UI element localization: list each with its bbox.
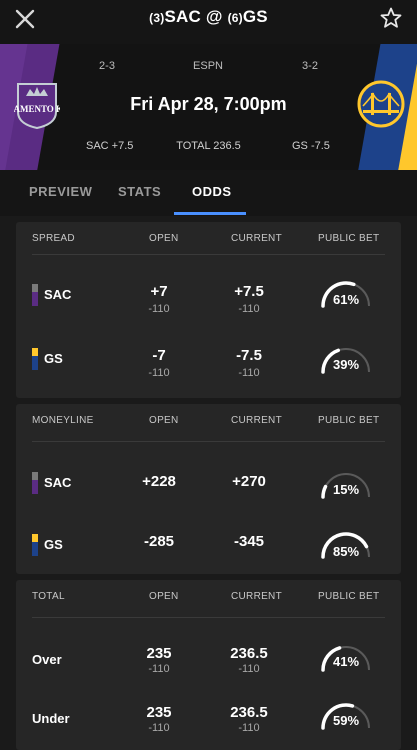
sac-color-bottom	[32, 292, 38, 306]
current-col-label: CURRENT	[231, 415, 282, 426]
away-seed: (3)	[149, 11, 165, 25]
public-bet-col-label: PUBLIC BET	[318, 233, 380, 244]
sac-color-bar	[32, 472, 38, 494]
divider	[32, 254, 385, 255]
current-col-label: CURRENT	[231, 233, 282, 244]
open-line: -7	[152, 347, 166, 364]
current-col-label: CURRENT	[231, 591, 282, 602]
spread-row-gs[interactable]: GS -7 -110 -7.5 -110 39%	[16, 344, 401, 404]
sac-color-top	[32, 284, 38, 292]
divider	[32, 441, 385, 442]
total-card: TOTAL OPEN CURRENT PUBLIC BET Over 235 -…	[16, 580, 401, 750]
game-datetime: Fri Apr 28, 7:00pm	[130, 94, 287, 114]
sac-color-bar	[32, 284, 38, 306]
current-line: 236.5	[230, 704, 268, 721]
at-sign: @	[205, 7, 223, 26]
sac-color-bottom	[32, 480, 38, 494]
spread-title: SPREAD	[32, 233, 75, 244]
gs-color-bar	[32, 534, 38, 556]
gs-color-bar	[32, 348, 38, 370]
open-line: 235	[146, 704, 172, 721]
moneyline-row-sac[interactable]: SAC +228 +270 15%	[16, 468, 401, 528]
open-juice: -110	[148, 663, 170, 675]
moneyline-card: MONEYLINE OPEN CURRENT PUBLIC BET SAC +2…	[16, 404, 401, 574]
total-title: TOTAL	[32, 591, 65, 602]
public-bet-percent: 61%	[332, 292, 360, 307]
open-col-label: OPEN	[149, 591, 179, 602]
current-juice: -110	[238, 367, 260, 379]
public-bet-percent: 59%	[332, 713, 360, 728]
spread-header: SPREAD OPEN CURRENT PUBLIC BET	[16, 222, 401, 256]
home-record: 3-2	[302, 60, 318, 72]
tab-stats[interactable]: STATS	[118, 184, 161, 199]
public-bet-col-label: PUBLIC BET	[318, 415, 380, 426]
top-bar: (3)SAC @ (6)GS	[0, 0, 417, 44]
tab-bar: PREVIEW STATS ODDS	[0, 170, 417, 216]
row-label: Under	[32, 711, 70, 726]
current-line: -345	[233, 533, 265, 550]
home-seed: (6)	[227, 11, 243, 25]
active-tab-indicator	[174, 212, 246, 215]
public-bet-col-label: PUBLIC BET	[318, 591, 380, 602]
sac-color-top	[32, 472, 38, 480]
home-abbr: GS	[242, 7, 268, 26]
open-line: 235	[146, 645, 172, 662]
row-label: Over	[32, 652, 62, 667]
public-bet-percent: 85%	[332, 544, 360, 559]
public-bet-percent: 39%	[332, 357, 360, 372]
current-line: 236.5	[230, 645, 268, 662]
open-col-label: OPEN	[149, 415, 179, 426]
open-line: -285	[143, 533, 175, 550]
moneyline-header: MONEYLINE OPEN CURRENT PUBLIC BET	[16, 404, 401, 438]
divider	[32, 617, 385, 618]
open-line: +7	[150, 283, 168, 300]
current-line: +270	[232, 473, 266, 490]
tab-odds[interactable]: ODDS	[192, 184, 232, 199]
total-row-under[interactable]: Under 235 -110 236.5 -110 59%	[16, 703, 401, 750]
public-bet-percent: 15%	[332, 482, 360, 497]
tab-preview[interactable]: PREVIEW	[29, 184, 92, 199]
current-line: -7.5	[236, 347, 262, 364]
open-col-label: OPEN	[149, 233, 179, 244]
star-icon	[380, 7, 402, 28]
moneyline-title: MONEYLINE	[32, 415, 94, 426]
total-row-over[interactable]: Over 235 -110 236.5 -110 41%	[16, 645, 401, 705]
total-line: TOTAL 236.5	[176, 140, 241, 152]
gs-color-top	[32, 348, 38, 356]
favorite-button[interactable]	[377, 4, 405, 32]
team-name: GS	[44, 537, 63, 552]
team-name: SAC	[44, 287, 72, 302]
open-line: +228	[142, 473, 176, 490]
spread-card: SPREAD OPEN CURRENT PUBLIC BET SAC +7 -1…	[16, 222, 401, 398]
open-juice: -110	[148, 722, 170, 734]
away-record: 2-3	[99, 60, 115, 72]
total-header: TOTAL OPEN CURRENT PUBLIC BET	[16, 580, 401, 614]
team-name: GS	[44, 351, 63, 366]
public-bet-percent: 41%	[332, 654, 360, 669]
team-name: SAC	[44, 475, 72, 490]
current-juice: -110	[238, 722, 260, 734]
current-juice: -110	[238, 303, 260, 315]
away-abbr: SAC	[164, 7, 201, 26]
current-line: +7.5	[234, 283, 264, 300]
gs-color-bottom	[32, 542, 38, 556]
gs-color-bottom	[32, 356, 38, 370]
gs-color-top	[32, 534, 38, 542]
page-title: (3)SAC @ (6)GS	[0, 7, 417, 27]
home-spread-line: GS -7.5	[292, 140, 330, 152]
matchup-header: SACRAMENTO KINGS 2-3 ESPN 3-2 Fri Apr 28…	[0, 44, 417, 170]
open-juice: -110	[148, 303, 170, 315]
spread-row-sac[interactable]: SAC +7 -110 +7.5 -110 61%	[16, 280, 401, 340]
current-juice: -110	[238, 663, 260, 675]
open-juice: -110	[148, 367, 170, 379]
tv-network: ESPN	[193, 60, 223, 72]
